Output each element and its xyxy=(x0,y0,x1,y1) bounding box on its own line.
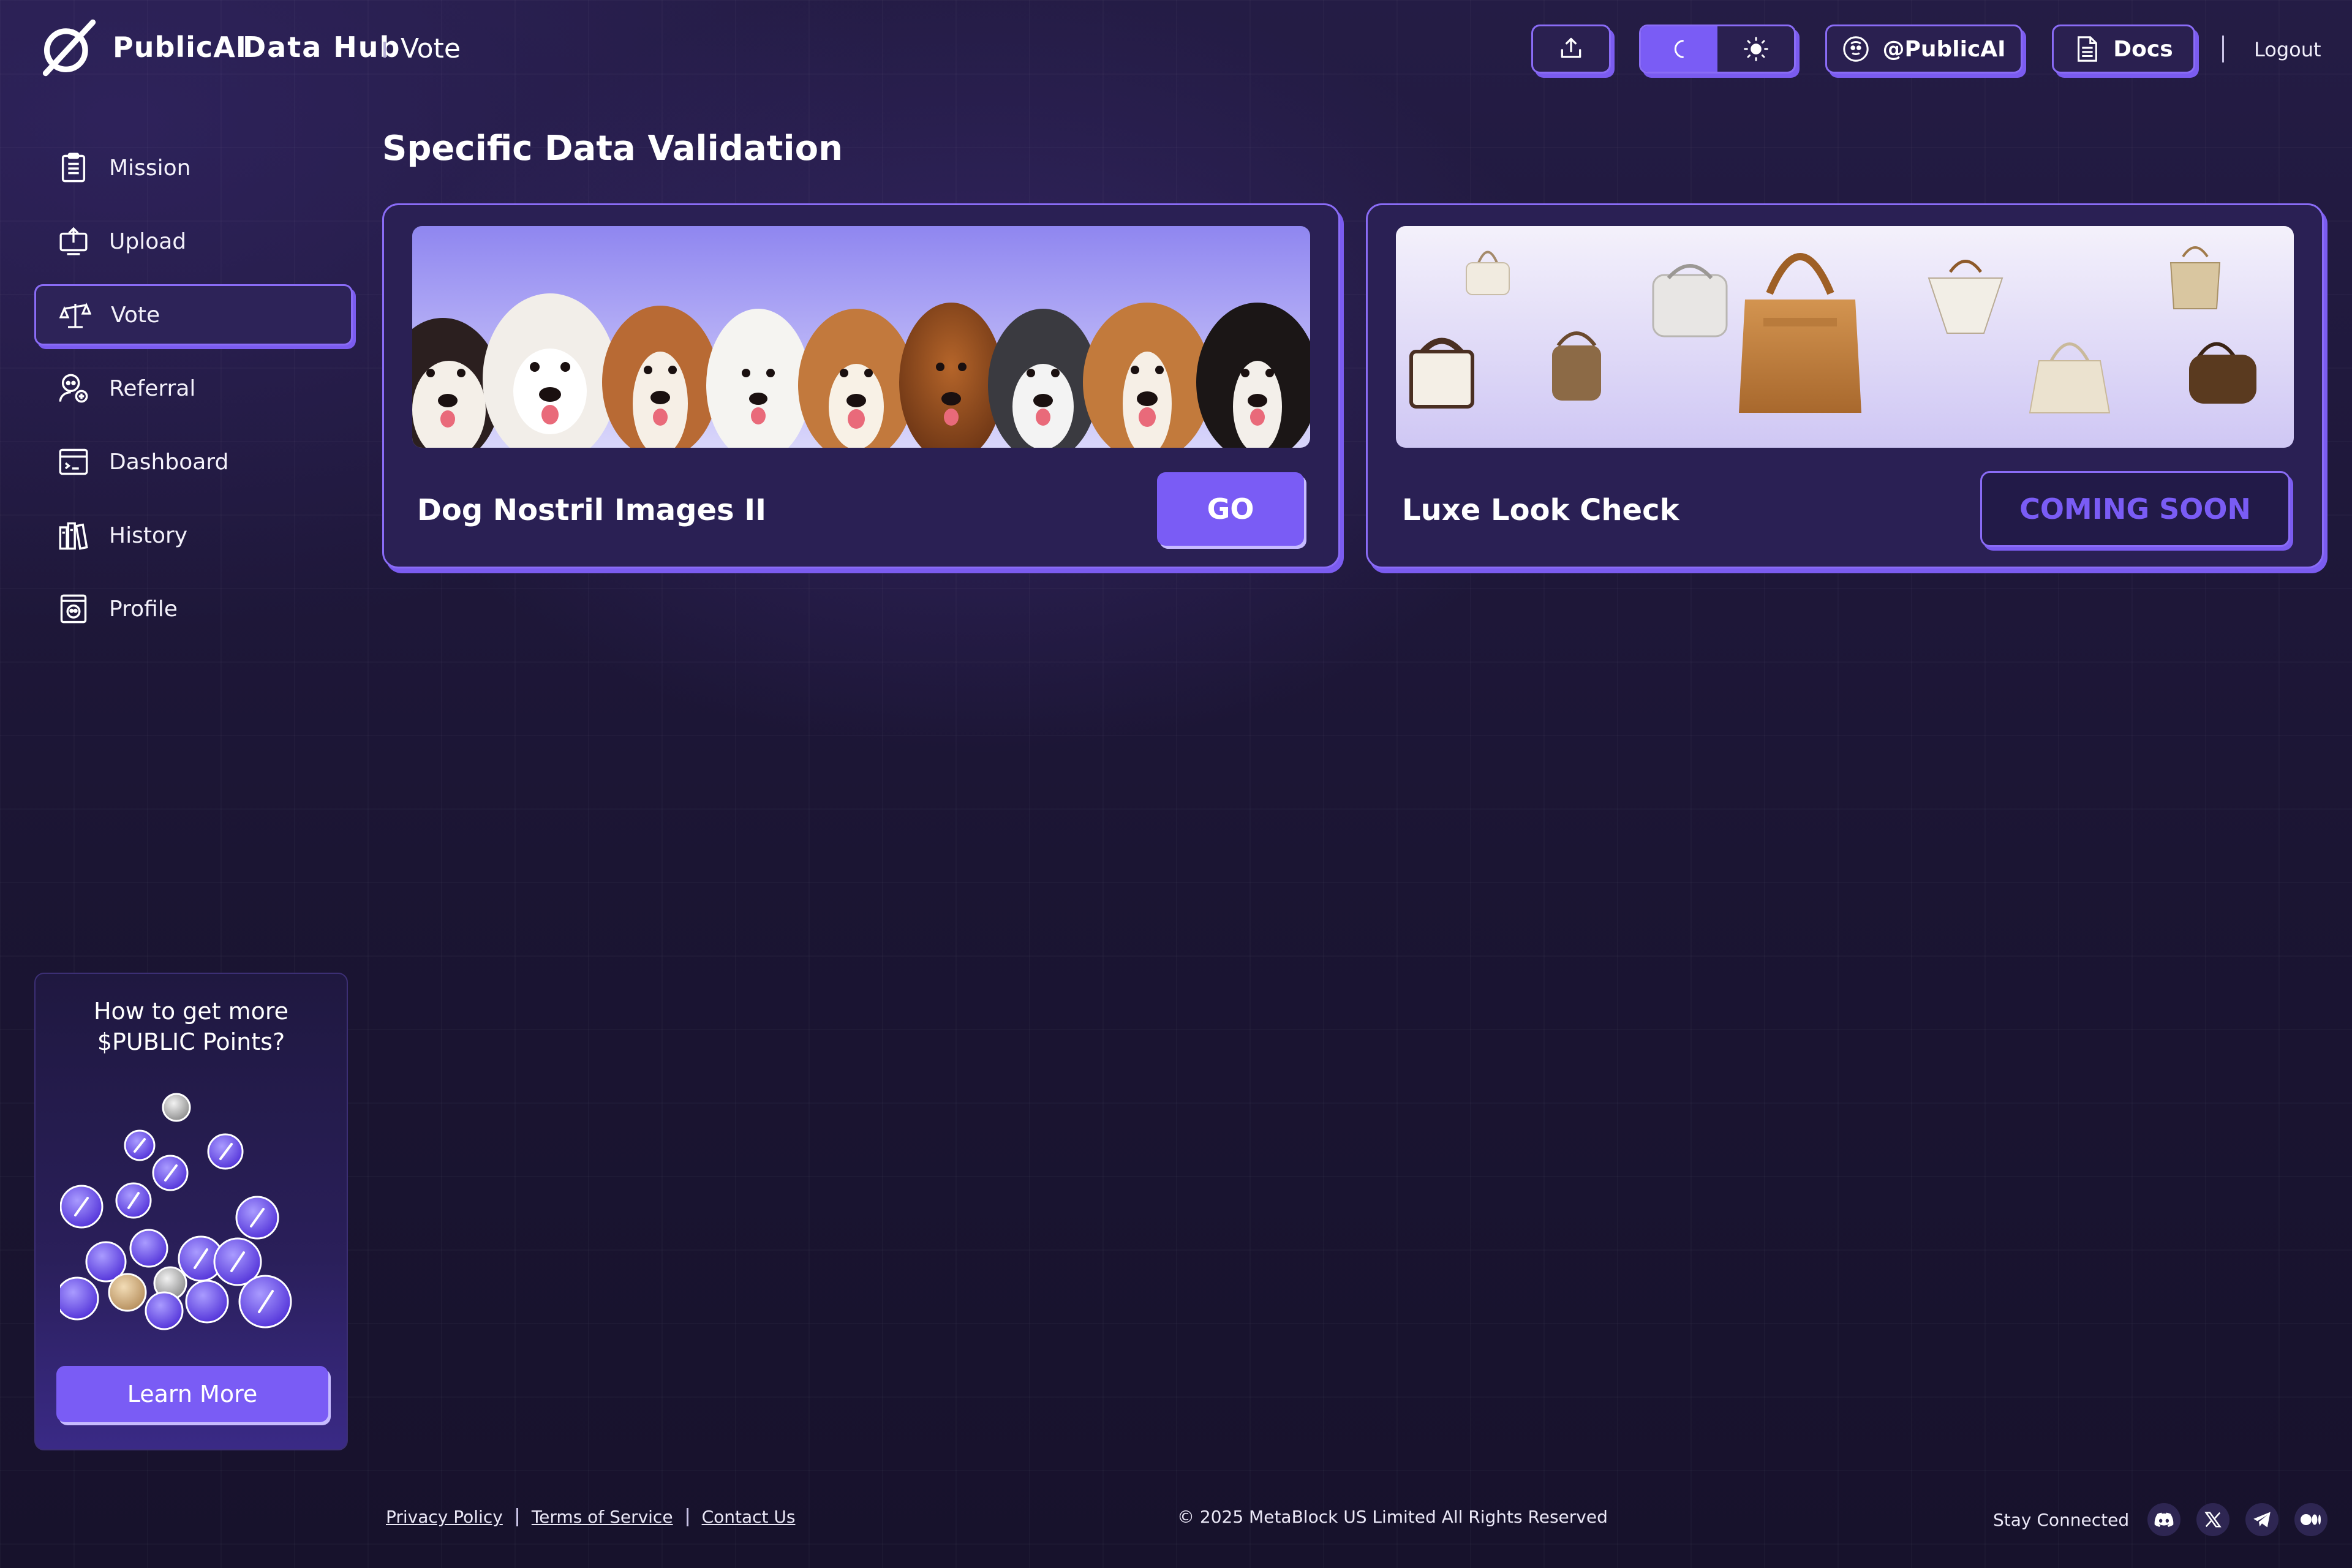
history-icon xyxy=(56,518,91,552)
twitter-profile-button[interactable]: @PublicAI xyxy=(1825,24,2022,74)
terms-of-service-link[interactable]: Terms of Service xyxy=(532,1507,673,1527)
coming-soon-button: COMING SOON xyxy=(1980,471,2290,547)
page-title: Specific Data Validation xyxy=(382,129,843,168)
sidebar-item-profile[interactable]: Profile xyxy=(34,578,353,639)
privacy-policy-link[interactable]: Privacy Policy xyxy=(386,1507,503,1527)
x-icon[interactable] xyxy=(2196,1503,2230,1536)
sidebar-item-label: Profile xyxy=(109,596,178,622)
contact-us-link[interactable]: Contact Us xyxy=(702,1507,796,1527)
sidebar-item-history[interactable]: History xyxy=(34,505,353,566)
light-mode-option[interactable] xyxy=(1717,26,1794,72)
go-button[interactable]: GO xyxy=(1157,472,1304,546)
document-icon xyxy=(2078,36,2098,62)
sidebar-item-label: History xyxy=(109,522,188,548)
promo-title: How to get more $PUBLIC Points? xyxy=(93,998,289,1055)
medium-icon[interactable] xyxy=(2294,1503,2328,1536)
sidebar-item-label: Upload xyxy=(109,228,187,254)
referral-icon xyxy=(56,371,91,405)
sidebar-item-label: Mission xyxy=(109,155,191,181)
logout-link[interactable]: Logout xyxy=(2254,38,2321,61)
sidebar-item-upload[interactable]: Upload xyxy=(34,211,353,272)
dark-mode-option[interactable] xyxy=(1641,26,1717,72)
sidebar-item-label: Referral xyxy=(109,375,196,401)
docs-label: Docs xyxy=(2113,36,2173,62)
upload-icon xyxy=(56,224,91,258)
stay-connected-label: Stay Connected xyxy=(1993,1509,2130,1530)
discord-icon[interactable] xyxy=(2147,1503,2181,1536)
learn-more-button[interactable]: Learn More xyxy=(56,1366,328,1422)
hub-name[interactable]: Data Hub xyxy=(243,31,401,64)
twitter-handle: @PublicAI xyxy=(1882,36,2006,62)
logout-divider xyxy=(2222,36,2224,62)
sidebar-item-referral[interactable]: Referral xyxy=(34,358,353,419)
sun-icon xyxy=(1743,37,1768,61)
footer-divider xyxy=(686,1507,688,1526)
share-button[interactable] xyxy=(1531,24,1611,74)
footer-links: Privacy Policy Terms of Service Contact … xyxy=(386,1507,795,1527)
docs-button[interactable]: Docs xyxy=(2052,24,2195,74)
sidebar-nav: Mission Upload Vote Referral Dashboard H… xyxy=(34,137,353,652)
breadcrumb: Vote xyxy=(401,33,461,64)
task-card-luxe-look[interactable]: Luxe Look Check COMING SOON xyxy=(1366,203,2324,568)
theme-toggle[interactable] xyxy=(1639,24,1796,74)
task-card-dog-nostril[interactable]: Dog Nostril Images II GO xyxy=(382,203,1340,568)
copyright-text: © 2025 MetaBlock US Limited All Rights R… xyxy=(1177,1507,1608,1527)
coins-illustration xyxy=(60,1093,292,1330)
footer: Privacy Policy Terms of Service Contact … xyxy=(0,1503,2352,1544)
brand-name[interactable]: PublicAI xyxy=(113,31,247,64)
card-title: Dog Nostril Images II xyxy=(417,493,767,527)
share-icon xyxy=(1561,37,1581,58)
dogs-banner-image xyxy=(412,226,1310,448)
footer-divider xyxy=(516,1507,518,1526)
card-title: Luxe Look Check xyxy=(1402,493,1679,527)
sidebar-item-vote[interactable]: Vote xyxy=(34,284,353,345)
dashboard-icon xyxy=(56,445,91,479)
top-header: PublicAI Data Hub Vote @PublicAI Docs Lo… xyxy=(0,0,2352,98)
profile-icon xyxy=(56,592,91,626)
handbags-banner-image xyxy=(1396,226,2294,448)
avatar-icon xyxy=(1843,36,1869,62)
points-promo-card: How to get more $PUBLIC Points? Learn Mo… xyxy=(34,973,348,1450)
social-links: Stay Connected xyxy=(1993,1503,2328,1536)
sidebar-item-dashboard[interactable]: Dashboard xyxy=(34,431,353,492)
sidebar-item-label: Dashboard xyxy=(109,449,229,475)
telegram-icon[interactable] xyxy=(2245,1503,2279,1536)
moon-icon xyxy=(1674,40,1684,58)
clipboard-icon xyxy=(56,151,91,185)
sidebar-item-label: Vote xyxy=(111,302,160,328)
breadcrumb-divider xyxy=(383,42,386,58)
sidebar-item-mission[interactable]: Mission xyxy=(34,137,353,198)
publicai-logo-icon[interactable] xyxy=(37,16,100,80)
scale-icon xyxy=(58,298,92,332)
